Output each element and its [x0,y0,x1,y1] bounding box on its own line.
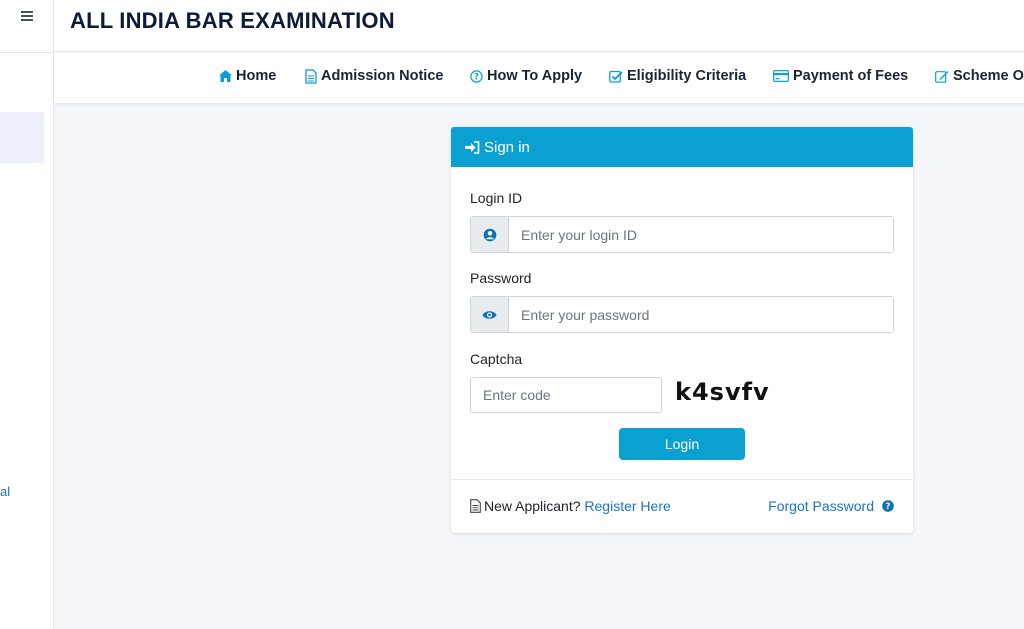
nav-payment-of-fees-label: Payment of Fees [793,68,909,84]
home-icon [219,70,232,82]
register-link[interactable]: Register Here [584,498,670,514]
captcha-input[interactable] [470,377,662,413]
check-square-icon [609,70,623,83]
question-circle-icon: ? [882,500,894,512]
nav-admission-notice-label: Admission Notice [321,68,444,84]
svg-text:?: ? [886,502,891,512]
login-button[interactable]: Login [619,428,745,460]
nav-payment-of-fees[interactable]: Payment of Fees [773,62,908,90]
header: ALL INDIA BAR EXAMINATION [54,0,1024,52]
top-navbar: Home Admission Notice ? How To Apply Eli… [54,53,1024,103]
signin-card: Sign in Login ID Password Captcha k4svfv… [451,127,913,533]
nav-scheme[interactable]: Scheme O [935,62,1024,90]
sidebar-divider [0,52,54,53]
credit-card-icon [773,70,789,82]
login-id-addon [471,217,509,252]
signin-card-header: Sign in [451,127,913,167]
nav-admission-notice[interactable]: Admission Notice [305,62,443,90]
sidebar: al [0,0,54,629]
login-id-input[interactable] [509,217,893,252]
nav-how-to-apply[interactable]: ? How To Apply [470,62,582,90]
sidebar-item-label[interactable]: al [0,484,10,499]
hamburger-menu-icon[interactable] [19,9,35,25]
forgot-password-row: Forgot Password ? [768,498,894,514]
nav-eligibility-criteria-label: Eligibility Criteria [627,68,747,84]
password-label: Password [470,270,532,286]
eye-icon [482,310,497,319]
page-title: ALL INDIA BAR EXAMINATION [70,8,395,33]
document-icon [305,68,317,84]
user-circle-icon [483,228,496,241]
login-id-group [470,216,894,253]
edit-icon [935,70,949,83]
nav-home[interactable]: Home [219,62,276,90]
new-applicant-text: New Applicant? [484,498,581,514]
password-input[interactable] [509,297,893,332]
password-group [470,296,894,333]
login-id-label: Login ID [470,190,523,206]
svg-text:?: ? [474,72,479,82]
nav-scheme-label: Scheme O [953,68,1024,84]
sign-in-icon [465,140,480,154]
forgot-password-link[interactable]: Forgot Password [768,498,874,514]
nav-eligibility-criteria[interactable]: Eligibility Criteria [609,62,746,90]
signin-heading: Sign in [484,138,530,156]
question-circle-icon: ? [470,69,483,83]
password-addon[interactable] [471,297,509,332]
captcha-label: Captcha [470,351,523,367]
nav-home-label: Home [236,68,277,84]
signin-card-footer: New Applicant? Register Here Forgot Pass… [451,479,913,533]
sidebar-item-active[interactable] [0,112,44,163]
new-applicant-row: New Applicant? Register Here [470,498,671,514]
nav-how-to-apply-label: How To Apply [487,68,583,84]
document-icon [470,499,481,513]
captcha-image: k4svfv [675,378,770,406]
